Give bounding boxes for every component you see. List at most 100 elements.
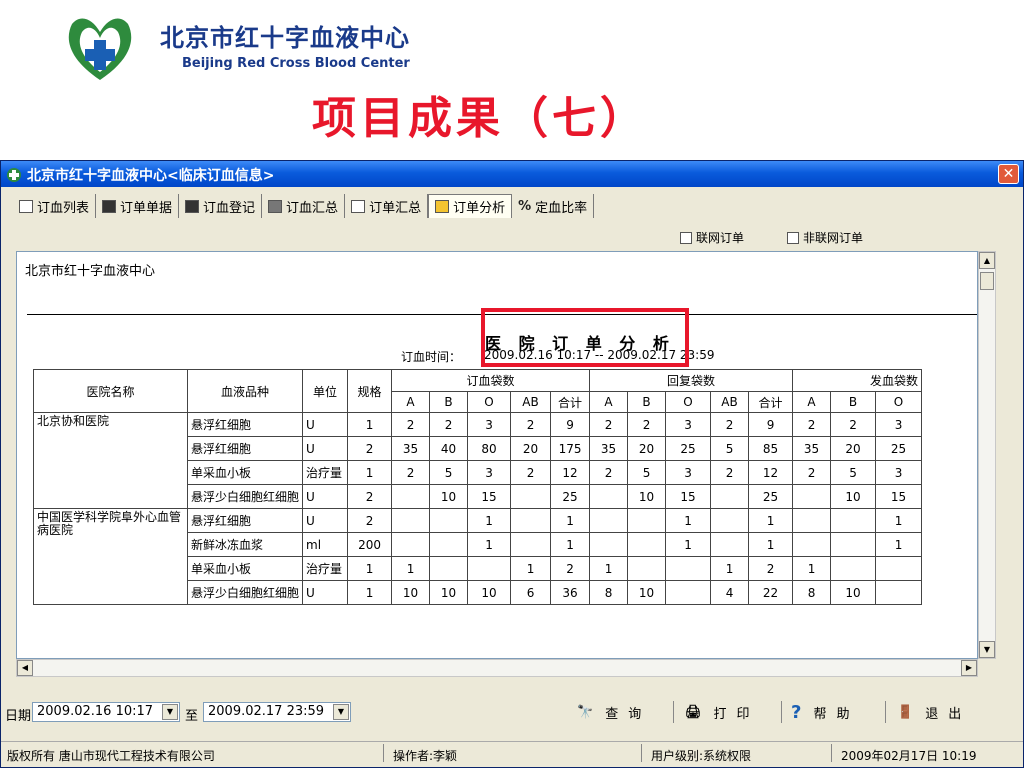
value-cell: 6 — [510, 580, 552, 605]
print-label: 打印 — [713, 706, 760, 722]
col-header-product: 血液品种 — [186, 369, 304, 413]
vertical-scrollbar[interactable]: ▲ ▼ — [978, 251, 996, 659]
value-cell — [792, 484, 832, 509]
value-cell — [510, 508, 552, 533]
value-cell — [792, 532, 832, 557]
value-cell: 5 — [627, 460, 667, 485]
tab-order-list[interactable]: 订血列表 — [13, 194, 97, 218]
non-networked-option[interactable]: 非联网订单 — [787, 229, 863, 246]
scroll-thumb[interactable] — [980, 272, 994, 290]
product-cell: 悬浮红细胞 — [186, 412, 304, 437]
value-cell: 2 — [589, 460, 629, 485]
horizontal-scrollbar[interactable]: ◀ ▶ — [16, 659, 978, 677]
value-cell: 10 — [467, 580, 512, 605]
scroll-right-icon[interactable]: ▶ — [961, 660, 977, 676]
value-cell: 1 — [347, 460, 393, 485]
non-networked-checkbox[interactable] — [787, 231, 799, 244]
value-cell: 1 — [467, 508, 512, 533]
value-cell — [830, 508, 877, 533]
product-cell: 悬浮少白细胞红细胞 — [186, 580, 304, 605]
product-cell: 单采血小板 — [186, 460, 304, 485]
scroll-left-icon[interactable]: ◀ — [17, 660, 33, 676]
value-cell: 40 — [429, 436, 469, 461]
value-cell — [710, 484, 750, 509]
table-row[interactable]: 北京协和医院 悬浮红细胞 U 1 2 2 3 2 9 2 2 3 2 9 2 2 3 — [33, 412, 923, 509]
value-cell — [875, 580, 923, 605]
value-cell: 1 — [391, 556, 431, 581]
value-cell — [830, 556, 877, 581]
title-bar[interactable]: 北京市红十字血液中心<临床订血信息> ✕ — [1, 161, 1023, 187]
value-cell: 12 — [550, 460, 591, 485]
col-header-group: A — [589, 391, 629, 413]
value-cell: 15 — [875, 484, 923, 509]
start-date-value: 2009.02.16 10:17 — [37, 704, 154, 719]
value-cell — [510, 484, 552, 509]
value-cell: 36 — [550, 580, 591, 605]
report-org: 北京市红十字血液中心 — [25, 264, 156, 279]
dropdown-arrow-icon[interactable]: ▼ — [333, 704, 349, 720]
value-cell — [429, 508, 469, 533]
scroll-up-icon[interactable]: ▲ — [979, 252, 995, 269]
value-cell: 2 — [792, 460, 832, 485]
tab-order-summary[interactable]: 订血汇总 — [262, 194, 346, 218]
tab-bar: 订血列表 订单单据 订血登记 订血汇总 订单汇总 订单分析 % 定血比率 — [13, 194, 595, 218]
analysis-icon — [435, 200, 450, 213]
dropdown-arrow-icon[interactable]: ▼ — [162, 704, 178, 720]
value-cell — [665, 556, 712, 581]
tab-blood-ratio[interactable]: % 定血比率 — [512, 194, 595, 218]
end-date-combo[interactable]: 2009.02.17 23:59 ▼ — [203, 702, 351, 722]
value-cell: 1 — [792, 556, 832, 581]
tab-order-docs[interactable]: 订单单据 — [96, 194, 180, 218]
value-cell: 2 — [391, 460, 431, 485]
unit-cell: U — [302, 484, 349, 509]
help-button[interactable]: ? 帮助 — [791, 699, 859, 725]
print-button[interactable]: 🖨 打印 — [685, 699, 760, 725]
help-icon: ? — [791, 701, 802, 723]
col-header-group: AB — [510, 391, 552, 413]
binoculars-icon: 🔭 — [577, 704, 594, 720]
product-cell: 悬浮红细胞 — [186, 436, 304, 461]
start-date-combo[interactable]: 2009.02.16 10:17 ▼ — [32, 702, 180, 722]
table-row[interactable]: 中国医学科学院阜外心血管病医院 悬浮红细胞 U 2 1 1 1 1 1 — [33, 508, 923, 605]
product-cell: 单采血小板 — [186, 556, 304, 581]
tab-order-analysis[interactable]: 订单分析 — [428, 194, 513, 218]
report-panel: 北京市红十字血液中心 医 院 订 单 分 析 订血时间： 2009.02.16 … — [16, 251, 978, 659]
value-cell: 80 — [467, 436, 512, 461]
close-button[interactable]: ✕ — [998, 164, 1019, 184]
order-time-label: 订血时间： — [401, 350, 462, 364]
grid-icon — [102, 199, 117, 213]
value-cell — [627, 532, 667, 557]
value-cell: 1 — [875, 508, 923, 533]
value-cell: 175 — [550, 436, 591, 461]
networked-option[interactable]: 联网订单 — [680, 229, 744, 246]
table-header-row: 医院名称 血液品种 单位 规格 订血袋数 回复袋数 发血袋数 — [33, 369, 923, 413]
tab-label: 订血登记 — [203, 200, 256, 216]
value-cell: 1 — [347, 556, 393, 581]
user-level-text: 用户级别:系统权限 — [651, 749, 752, 763]
value-cell: 1 — [748, 508, 794, 533]
copyright-text: 版权所有 唐山市现代工程技术有限公司 — [7, 749, 215, 763]
exit-button[interactable]: 🚪 退出 — [897, 699, 971, 725]
value-cell: 20 — [627, 436, 667, 461]
search-button[interactable]: 🔭 查询 — [577, 699, 651, 725]
col-header-group: B — [830, 391, 877, 413]
value-cell: 3 — [665, 460, 712, 485]
networked-checkbox[interactable] — [680, 231, 692, 244]
tab-bill-summary[interactable]: 订单汇总 — [345, 194, 429, 218]
value-cell: 25 — [550, 484, 591, 509]
col-header-group: 合计 — [550, 391, 591, 413]
slide-title: 项目成果（七） — [312, 93, 648, 144]
clock-list-icon — [19, 199, 33, 213]
query-bar: 日期 2009.02.16 10:17 ▼ 至 2009.02.17 23:59… — [1, 699, 1023, 727]
date-label: 日期 — [5, 709, 32, 724]
org-name-en: Beijing Red Cross Blood Center — [182, 56, 410, 71]
value-cell: 3 — [467, 412, 512, 437]
value-cell: 1 — [589, 556, 629, 581]
value-cell: 15 — [665, 484, 712, 509]
unit-cell: U — [302, 436, 349, 461]
scroll-down-icon[interactable]: ▼ — [979, 641, 995, 658]
app-icon — [7, 168, 21, 182]
value-cell: 9 — [550, 412, 591, 437]
product-cell: 悬浮红细胞 — [186, 508, 304, 533]
tab-order-register[interactable]: 订血登记 — [179, 194, 263, 218]
